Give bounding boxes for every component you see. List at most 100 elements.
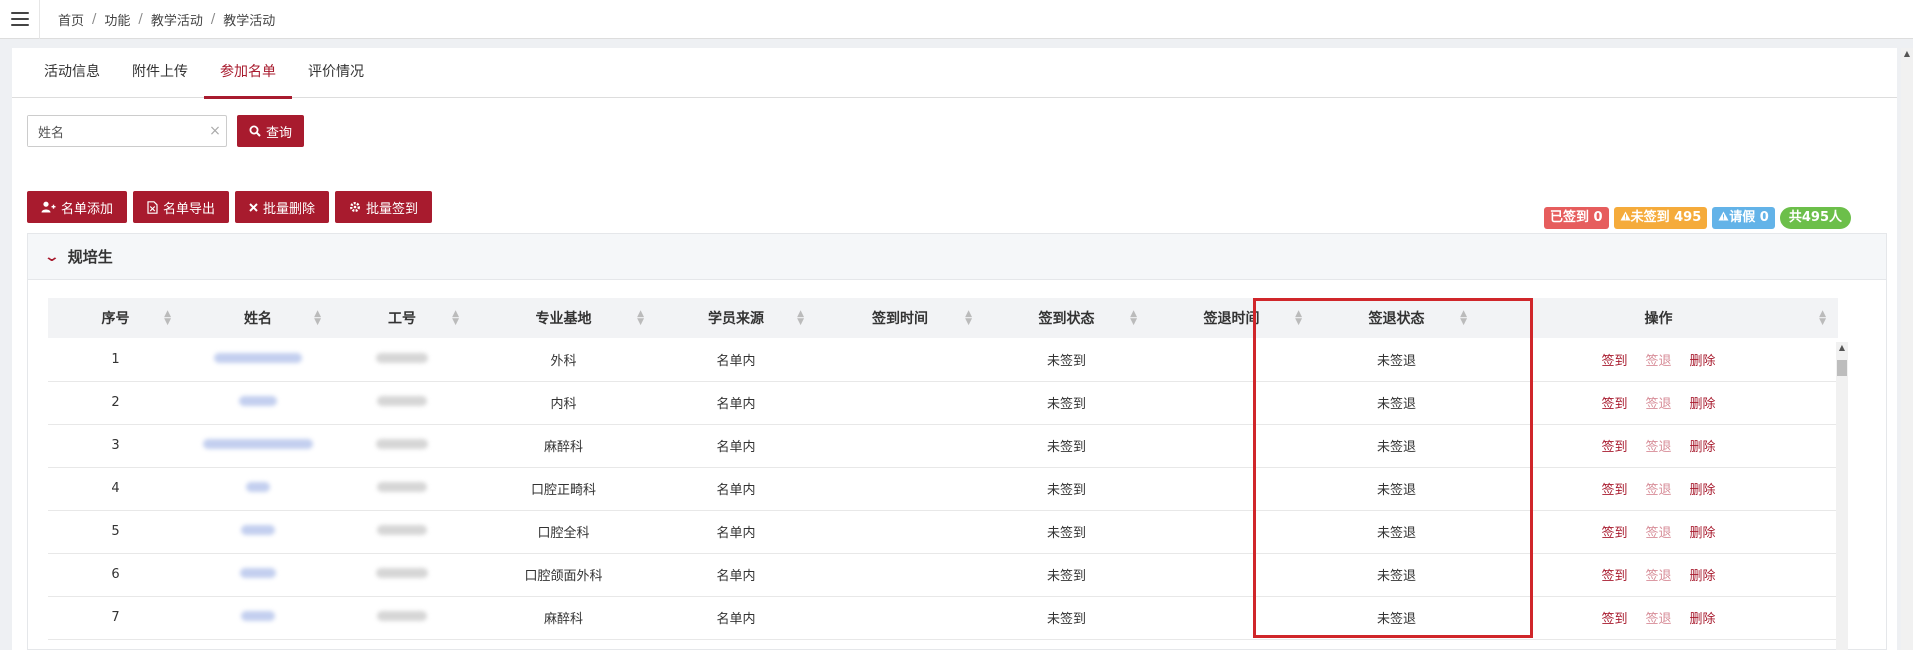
- delete-link[interactable]: 删除: [1690, 354, 1716, 369]
- breadcrumb: 首页 / 功能 / 教学活动 / 教学活动: [58, 10, 275, 29]
- table-row[interactable]: 4 口腔正畸科 名单内 未签到 未签退 签到 签退 删除: [48, 467, 1838, 511]
- breadcrumb-home[interactable]: 首页: [58, 10, 84, 29]
- scroll-thumb[interactable]: [1837, 360, 1847, 376]
- signout-link[interactable]: 签退: [1645, 354, 1671, 369]
- cell-name[interactable]: [183, 338, 333, 382]
- col-header-signin-time[interactable]: 签到时间 ▲ ▼: [816, 298, 984, 338]
- signout-link[interactable]: 签退: [1645, 526, 1671, 541]
- cell-source: 名单内: [656, 381, 816, 425]
- page-scrollbar[interactable]: ▲: [1901, 48, 1913, 650]
- query-label: 查询: [266, 125, 293, 141]
- cell-signout-status: 未签退: [1314, 381, 1479, 425]
- signin-link[interactable]: 签到: [1601, 440, 1627, 455]
- group-header[interactable]: ⌄ 规培生: [28, 234, 1886, 280]
- tab-participant-list[interactable]: 参加名单: [204, 48, 292, 99]
- redacted-staff-id: [377, 611, 427, 621]
- redacted-name-link[interactable]: [203, 439, 313, 449]
- scroll-up-icon[interactable]: ▲: [1901, 48, 1913, 60]
- cell-signout-time: [1149, 467, 1314, 511]
- col-header-staff-id[interactable]: 工号 ▲ ▼: [333, 298, 471, 338]
- delete-link[interactable]: 删除: [1690, 440, 1716, 455]
- signin-link[interactable]: 签到: [1601, 569, 1627, 584]
- table-row[interactable]: 1 外科 名单内 未签到 未签退 签到 签退 删除: [48, 338, 1838, 382]
- query-button[interactable]: 查询: [237, 115, 305, 147]
- export-list-button[interactable]: 名单导出: [133, 191, 230, 223]
- cell-name[interactable]: [183, 510, 333, 554]
- unsigned-count-text: 未签到 495: [1630, 210, 1702, 225]
- signout-link[interactable]: 签退: [1645, 397, 1671, 412]
- redacted-name-link[interactable]: [241, 611, 275, 621]
- col-header-actions[interactable]: 操作 ▲ ▼: [1479, 298, 1838, 338]
- delete-link[interactable]: 删除: [1690, 397, 1716, 412]
- redacted-staff-id: [376, 439, 428, 449]
- redacted-name-link[interactable]: [241, 525, 275, 535]
- col-header-name[interactable]: 姓名 ▲ ▼: [183, 298, 333, 338]
- redacted-name-link[interactable]: [214, 352, 302, 363]
- signin-link[interactable]: 签到: [1601, 612, 1627, 627]
- redacted-name-link[interactable]: [240, 568, 276, 578]
- batch-signin-button[interactable]: 批量签到: [335, 191, 433, 223]
- col-header-signout-time[interactable]: 签退时间 ▲ ▼: [1149, 298, 1314, 338]
- scroll-up-icon[interactable]: ▲: [1836, 342, 1848, 354]
- signout-link[interactable]: 签退: [1645, 569, 1671, 584]
- cell-source: 名单内: [656, 338, 816, 382]
- delete-link[interactable]: 删除: [1690, 526, 1716, 541]
- add-list-button[interactable]: 名单添加: [27, 191, 128, 223]
- col-header-department[interactable]: 专业基地 ▲ ▼: [471, 298, 656, 338]
- signin-link[interactable]: 签到: [1601, 354, 1627, 369]
- signout-link[interactable]: 签退: [1645, 440, 1671, 455]
- signout-link[interactable]: 签退: [1645, 483, 1671, 498]
- table-row[interactable]: 3 麻醉科 名单内 未签到 未签退 签到 签退 删除: [48, 424, 1838, 468]
- breadcrumb-teaching[interactable]: 教学活动: [151, 10, 203, 29]
- tab-bar: 活动信息 附件上传 参加名单 评价情况: [12, 48, 1897, 99]
- cell-signin-time: [816, 510, 984, 554]
- cell-staff-id: [333, 467, 471, 511]
- cell-staff-id: [333, 338, 471, 382]
- cell-signout-time: [1149, 510, 1314, 554]
- menu-toggle-button[interactable]: [0, 0, 40, 39]
- table-row[interactable]: 5 口腔全科 名单内 未签到 未签退 签到 签退 删除: [48, 510, 1838, 554]
- col-header-index[interactable]: 序号 ▲ ▼: [48, 298, 183, 338]
- tab-attachment-upload[interactable]: 附件上传: [116, 48, 204, 98]
- cell-signout-status: 未签退: [1314, 338, 1479, 382]
- cell-name[interactable]: [183, 424, 333, 468]
- cell-name[interactable]: [183, 553, 333, 597]
- cell-actions: 签到 签退 删除: [1479, 424, 1838, 468]
- signin-link[interactable]: 签到: [1601, 483, 1627, 498]
- cell-index: 5: [48, 510, 183, 554]
- signed-count-badge: 已签到 0: [1544, 207, 1609, 229]
- tab-activity-info[interactable]: 活动信息: [28, 48, 116, 98]
- signin-link[interactable]: 签到: [1601, 397, 1627, 412]
- cell-actions: 签到 签退 删除: [1479, 338, 1838, 382]
- clear-icon[interactable]: ×: [204, 123, 226, 139]
- sort-icon: ▲ ▼: [1130, 309, 1137, 327]
- table-row[interactable]: 6 口腔颌面外科 名单内 未签到 未签退 签到 签退 删除: [48, 553, 1838, 597]
- name-search-input[interactable]: [28, 116, 204, 146]
- signout-link[interactable]: 签退: [1645, 612, 1671, 627]
- sort-icon: ▲ ▼: [637, 309, 644, 327]
- delete-link[interactable]: 删除: [1690, 612, 1716, 627]
- table-row[interactable]: 2 内科 名单内 未签到 未签退 签到 签退 删除: [48, 381, 1838, 425]
- breadcrumb-function[interactable]: 功能: [104, 10, 130, 29]
- cell-source: 名单内: [656, 596, 816, 640]
- cell-index: 4: [48, 467, 183, 511]
- table-row[interactable]: 7 麻醉科 名单内 未签到 未签退 签到 签退 删除: [48, 596, 1838, 640]
- delete-link[interactable]: 删除: [1690, 569, 1716, 584]
- batch-delete-button[interactable]: 批量删除: [235, 191, 330, 223]
- redacted-name-link[interactable]: [239, 396, 277, 406]
- cell-staff-id: [333, 510, 471, 554]
- col-header-source[interactable]: 学员来源 ▲ ▼: [656, 298, 816, 338]
- col-header-signout-status[interactable]: 签退状态 ▲ ▼: [1314, 298, 1479, 338]
- cell-name[interactable]: [183, 381, 333, 425]
- cell-name[interactable]: [183, 596, 333, 640]
- redacted-name-link[interactable]: [246, 482, 270, 492]
- table-scrollbar[interactable]: ▲: [1836, 342, 1848, 650]
- col-header-signin-status[interactable]: 签到状态 ▲ ▼: [984, 298, 1149, 338]
- delete-link[interactable]: 删除: [1690, 483, 1716, 498]
- cell-signin-time: [816, 381, 984, 425]
- sort-icon: ▲ ▼: [1819, 309, 1826, 327]
- cell-name[interactable]: [183, 467, 333, 511]
- tab-evaluation[interactable]: 评价情况: [292, 48, 380, 98]
- cell-signin-status: 未签到: [984, 338, 1149, 382]
- signin-link[interactable]: 签到: [1601, 526, 1627, 541]
